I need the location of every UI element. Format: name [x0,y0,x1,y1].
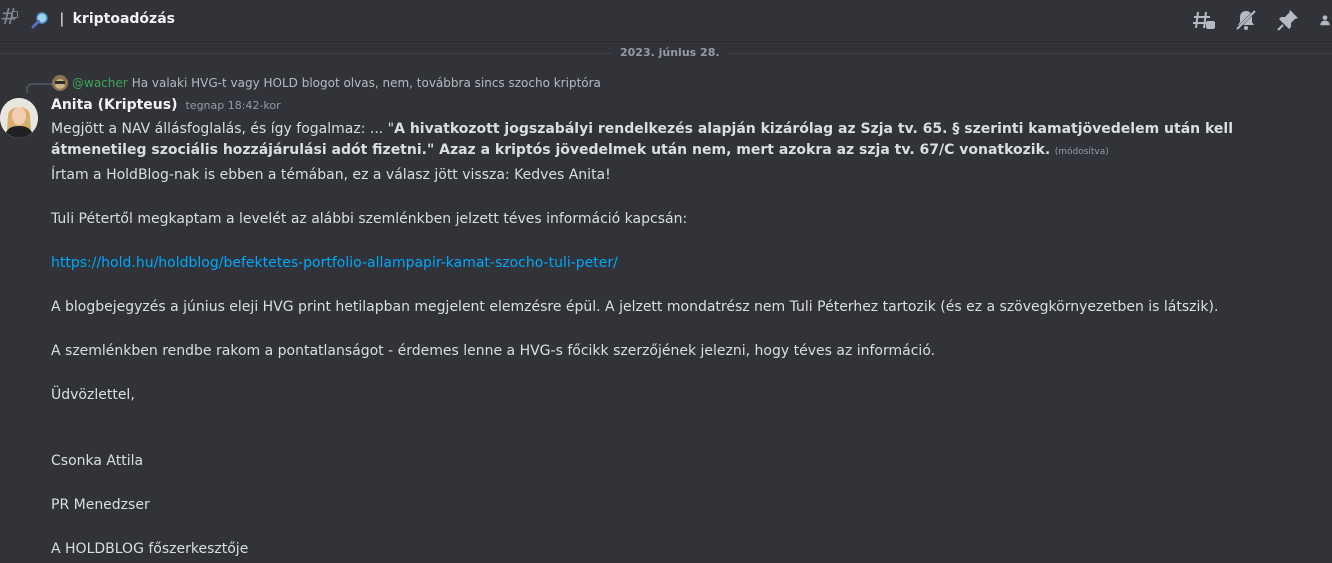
message-line: Üdvözlettel, [51,387,135,403]
header-toolbar [1192,8,1332,32]
reply-username[interactable]: @wacher [72,76,128,90]
message-line: A szemlénkben rendbe rakom a pontatlansá… [51,343,936,359]
author-name[interactable]: Anita (Kripteus) [51,97,177,113]
date-divider: 2023. június 28. [612,46,728,59]
message-line: Csonka Attila [51,453,144,469]
channel-header: # ❘ kriptoadózás [0,0,1332,42]
reply-preview-text[interactable]: Ha valaki HVG-t vagy HOLD blogot olvas, … [132,76,601,90]
pin-icon[interactable] [1276,8,1300,32]
message-first-paragraph: Megjött a NAV állásfoglalás, és így foga… [51,119,1291,163]
message-line: Írtam a HoldBlog-nak is ebben a témában,… [51,167,611,183]
member-list-icon[interactable] [1318,8,1332,32]
magnify-icon [31,12,48,29]
message-intro-text: Megjött a NAV állásfoglalás, és így foga… [51,121,395,137]
channel-title: ❘ kriptoadózás [56,11,175,27]
reply-connector [26,83,52,93]
message-line: A HOLDBLOG főszerkesztője [51,541,249,557]
message-line: Tuli Pétertől megkaptam a levelét az alá… [51,211,688,227]
message-header: Anita (Kripteus) tegnap 18:42-kor [51,97,281,113]
message-line: PR Menedzser [51,497,150,513]
threads-icon[interactable] [1192,8,1216,32]
reply-reference[interactable]: @wacher Ha valaki HVG-t vagy HOLD blogot… [52,75,601,91]
reply-avatar[interactable] [52,75,68,91]
message-link[interactable]: https://hold.hu/holdblog/befektetes-port… [51,255,618,271]
message-timestamp[interactable]: tegnap 18:42-kor [185,99,280,112]
message-line: A blogbejegyzés a június eleji HVG print… [51,299,1219,315]
edited-label: (módosítva) [1054,147,1109,157]
mute-icon[interactable] [1234,8,1258,32]
hash-lock-icon: # [0,5,19,30]
avatar[interactable] [0,98,38,138]
